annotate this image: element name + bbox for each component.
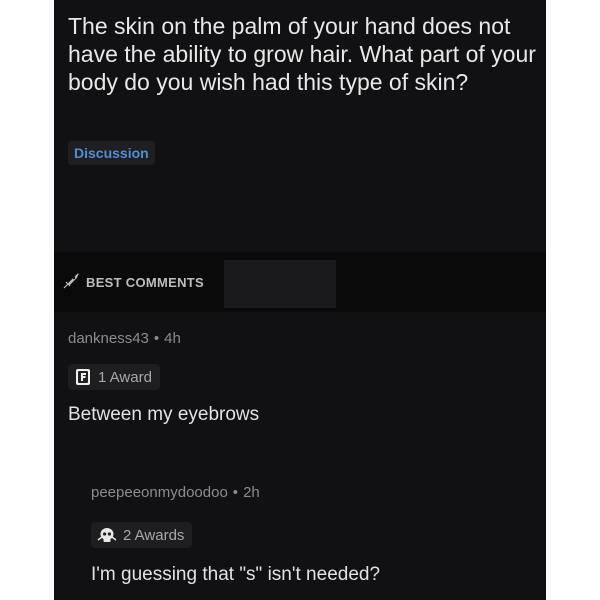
skull-award-icon (97, 526, 117, 544)
comment-reply: peepeeonmydoodoo • 2h 2 Awards I'm guessin… (54, 470, 546, 600)
comment-time: 4h (164, 330, 181, 347)
comment-meta: peepeeonmydoodoo • 2h (91, 484, 260, 501)
award-label: 2 Awards (123, 526, 185, 544)
award-badge[interactable]: 2 Awards (91, 522, 193, 548)
comment-author[interactable]: peepeeonmydoodoo (91, 484, 228, 501)
f-award-icon (74, 368, 92, 386)
comment: dankness43 • 4h 1 Award Between my eyebrow… (54, 318, 546, 438)
post-flair[interactable]: Discussion (68, 141, 155, 165)
comment-body: I'm guessing that "s" isn't needed? (91, 564, 381, 585)
comment-sort-selector[interactable]: BEST COMMENTS (62, 272, 204, 293)
award-label: 1 Award (98, 368, 152, 386)
post-header: The skin on the palm of your hand does n… (54, 0, 546, 250)
meta-separator: • (232, 484, 239, 501)
post-title: The skin on the palm of your hand does n… (68, 13, 536, 95)
rocket-icon (62, 272, 86, 293)
app-frame: The skin on the palm of your hand does n… (54, 0, 546, 600)
sort-label: BEST COMMENTS (86, 275, 205, 290)
award-badge[interactable]: 1 Award (68, 364, 160, 390)
comment-time: 2h (243, 484, 260, 501)
comment-author[interactable]: dankness43 (68, 330, 149, 347)
sort-placeholder-block (224, 260, 336, 308)
comment-meta: dankness43 • 4h (68, 330, 181, 347)
meta-separator: • (153, 330, 160, 347)
comment-body: Between my eyebrows (68, 404, 260, 425)
